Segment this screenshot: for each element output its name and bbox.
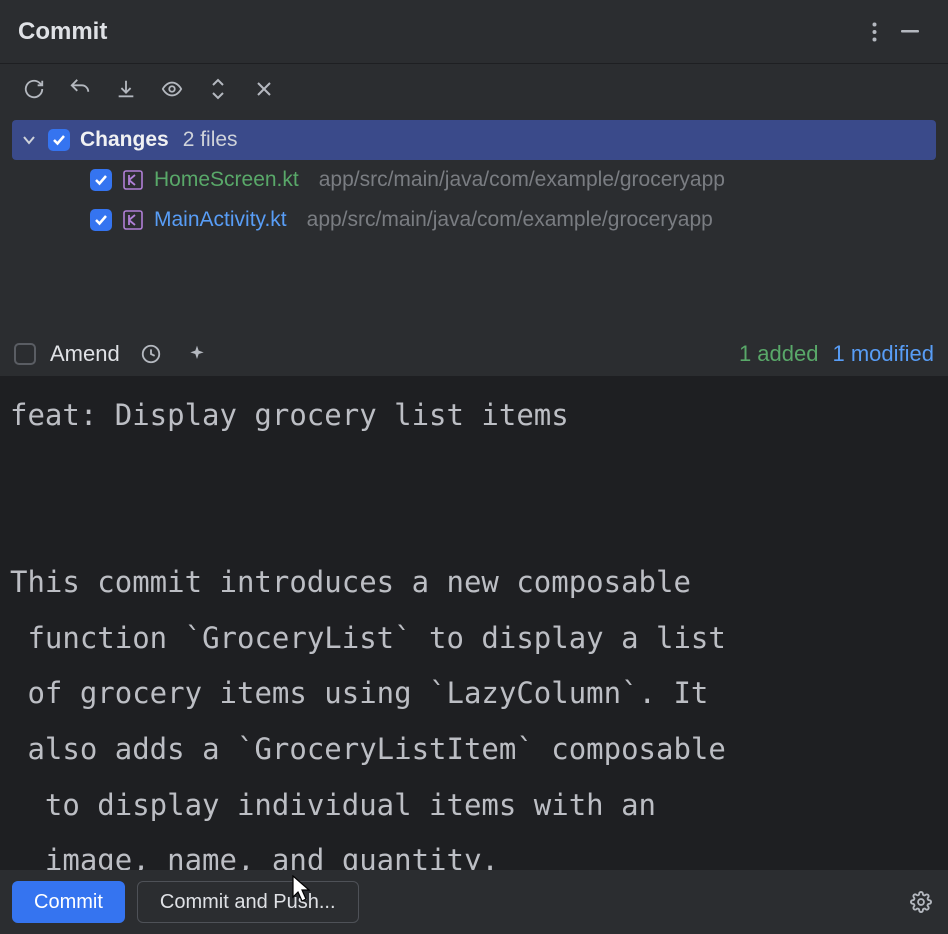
more-vertical-icon	[872, 22, 877, 42]
minimize-icon	[901, 30, 919, 33]
refresh-icon	[23, 78, 45, 100]
file-checkbox[interactable]	[90, 209, 112, 231]
amend-label: Amend	[50, 341, 120, 367]
ai-generate-button[interactable]	[182, 339, 212, 369]
refresh-button[interactable]	[20, 75, 48, 103]
shelve-button[interactable]	[112, 75, 140, 103]
file-checkbox[interactable]	[90, 169, 112, 191]
chevron-down-icon[interactable]	[20, 135, 38, 145]
eye-icon	[159, 78, 185, 100]
expand-icon	[210, 78, 226, 100]
changes-group-checkbox[interactable]	[48, 129, 70, 151]
rollback-button[interactable]	[66, 75, 94, 103]
commit-button[interactable]: Commit	[12, 881, 125, 923]
file-path: app/src/main/java/com/example/groceryapp	[319, 168, 725, 192]
history-button[interactable]	[136, 339, 166, 369]
group-by-button[interactable]	[250, 75, 278, 103]
status-modified: 1 modified	[832, 341, 934, 367]
file-name: HomeScreen.kt	[154, 168, 299, 192]
file-name: MainActivity.kt	[154, 208, 287, 232]
kotlin-file-icon	[122, 169, 144, 191]
changes-group-label: Changes	[80, 128, 169, 152]
commit-footer: Commit Commit and Push...	[0, 870, 948, 934]
changes-group-header[interactable]: Changes 2 files	[12, 120, 936, 160]
file-path: app/src/main/java/com/example/groceryapp	[307, 208, 713, 232]
download-icon	[115, 78, 137, 100]
group-by-icon	[254, 79, 274, 99]
status-added: 1 added	[739, 341, 819, 367]
titlebar: Commit	[0, 0, 948, 64]
commit-and-push-button[interactable]: Commit and Push...	[137, 881, 359, 923]
commit-settings-button[interactable]	[906, 887, 936, 917]
sparkle-icon	[187, 344, 207, 364]
kotlin-file-icon	[122, 209, 144, 231]
commit-options-row: Amend 1 added 1 modified	[0, 332, 948, 376]
undo-icon	[68, 78, 92, 100]
commit-message-input[interactable]: feat: Display grocery list items This co…	[0, 376, 948, 870]
more-options-button[interactable]	[856, 14, 892, 50]
changes-toolbar	[0, 64, 948, 114]
changes-list: Changes 2 files HomeScreen.kt app/src/ma…	[0, 114, 948, 250]
gear-icon	[910, 891, 932, 913]
amend-checkbox[interactable]	[14, 343, 36, 365]
show-diff-button[interactable]	[158, 75, 186, 103]
history-icon	[140, 343, 162, 365]
panel-title: Commit	[18, 18, 107, 46]
minimize-button[interactable]	[892, 14, 928, 50]
expand-collapse-button[interactable]	[204, 75, 232, 103]
file-row[interactable]: HomeScreen.kt app/src/main/java/com/exam…	[12, 160, 936, 200]
changes-group-count: 2 files	[183, 128, 238, 152]
file-row[interactable]: MainActivity.kt app/src/main/java/com/ex…	[12, 200, 936, 240]
